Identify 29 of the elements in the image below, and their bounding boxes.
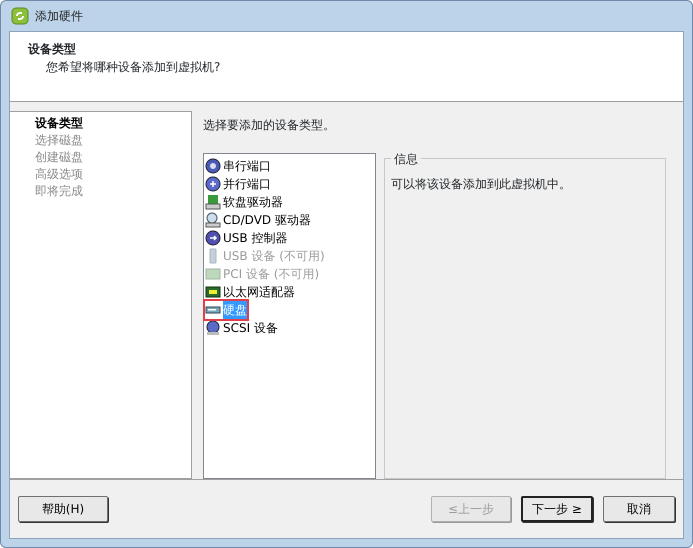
dialog-button[interactable]: 帮助(H)	[18, 496, 108, 522]
dialog-button[interactable]: 下一步 ≥	[521, 496, 593, 522]
prompt-text: 选择要添加的设备类型。	[203, 117, 336, 134]
device-item[interactable]: USB 控制器	[205, 229, 288, 247]
device-item[interactable]: 以太网适配器	[205, 283, 295, 301]
step-item: 设备类型	[35, 115, 84, 132]
info-title: 信息	[391, 150, 421, 168]
device-item[interactable]: 并行端口	[205, 175, 271, 193]
info-text: 可以将该设备添加到此虚拟机中。	[391, 176, 572, 193]
step-item: 创建磁盘	[35, 149, 84, 166]
port-icon	[205, 158, 221, 174]
dialog-button: ≤上一步	[431, 496, 511, 522]
step-item: 选择磁盘	[35, 132, 84, 149]
device-item[interactable]: 软盘驱动器	[205, 193, 283, 211]
device-item[interactable]: 串行端口	[205, 157, 271, 175]
network-card-icon	[205, 284, 221, 300]
disc-drive-icon	[205, 212, 221, 228]
device-item[interactable]: CD/DVD 驱动器	[205, 211, 311, 229]
dialog-button[interactable]: 取消	[603, 496, 675, 522]
header-title: 设备类型	[28, 41, 77, 58]
app-icon	[11, 7, 29, 25]
floppy-drive-icon	[205, 194, 221, 210]
step-item: 即将完成	[35, 183, 84, 200]
card-icon	[205, 266, 221, 282]
device-icon	[205, 320, 221, 336]
device-item[interactable]: SCSI 设备	[205, 319, 278, 337]
step-item: 高级选项	[35, 166, 84, 183]
window-title: 添加硬件	[35, 8, 83, 25]
header-subtitle: 您希望将哪种设备添加到虚拟机?	[45, 59, 222, 76]
